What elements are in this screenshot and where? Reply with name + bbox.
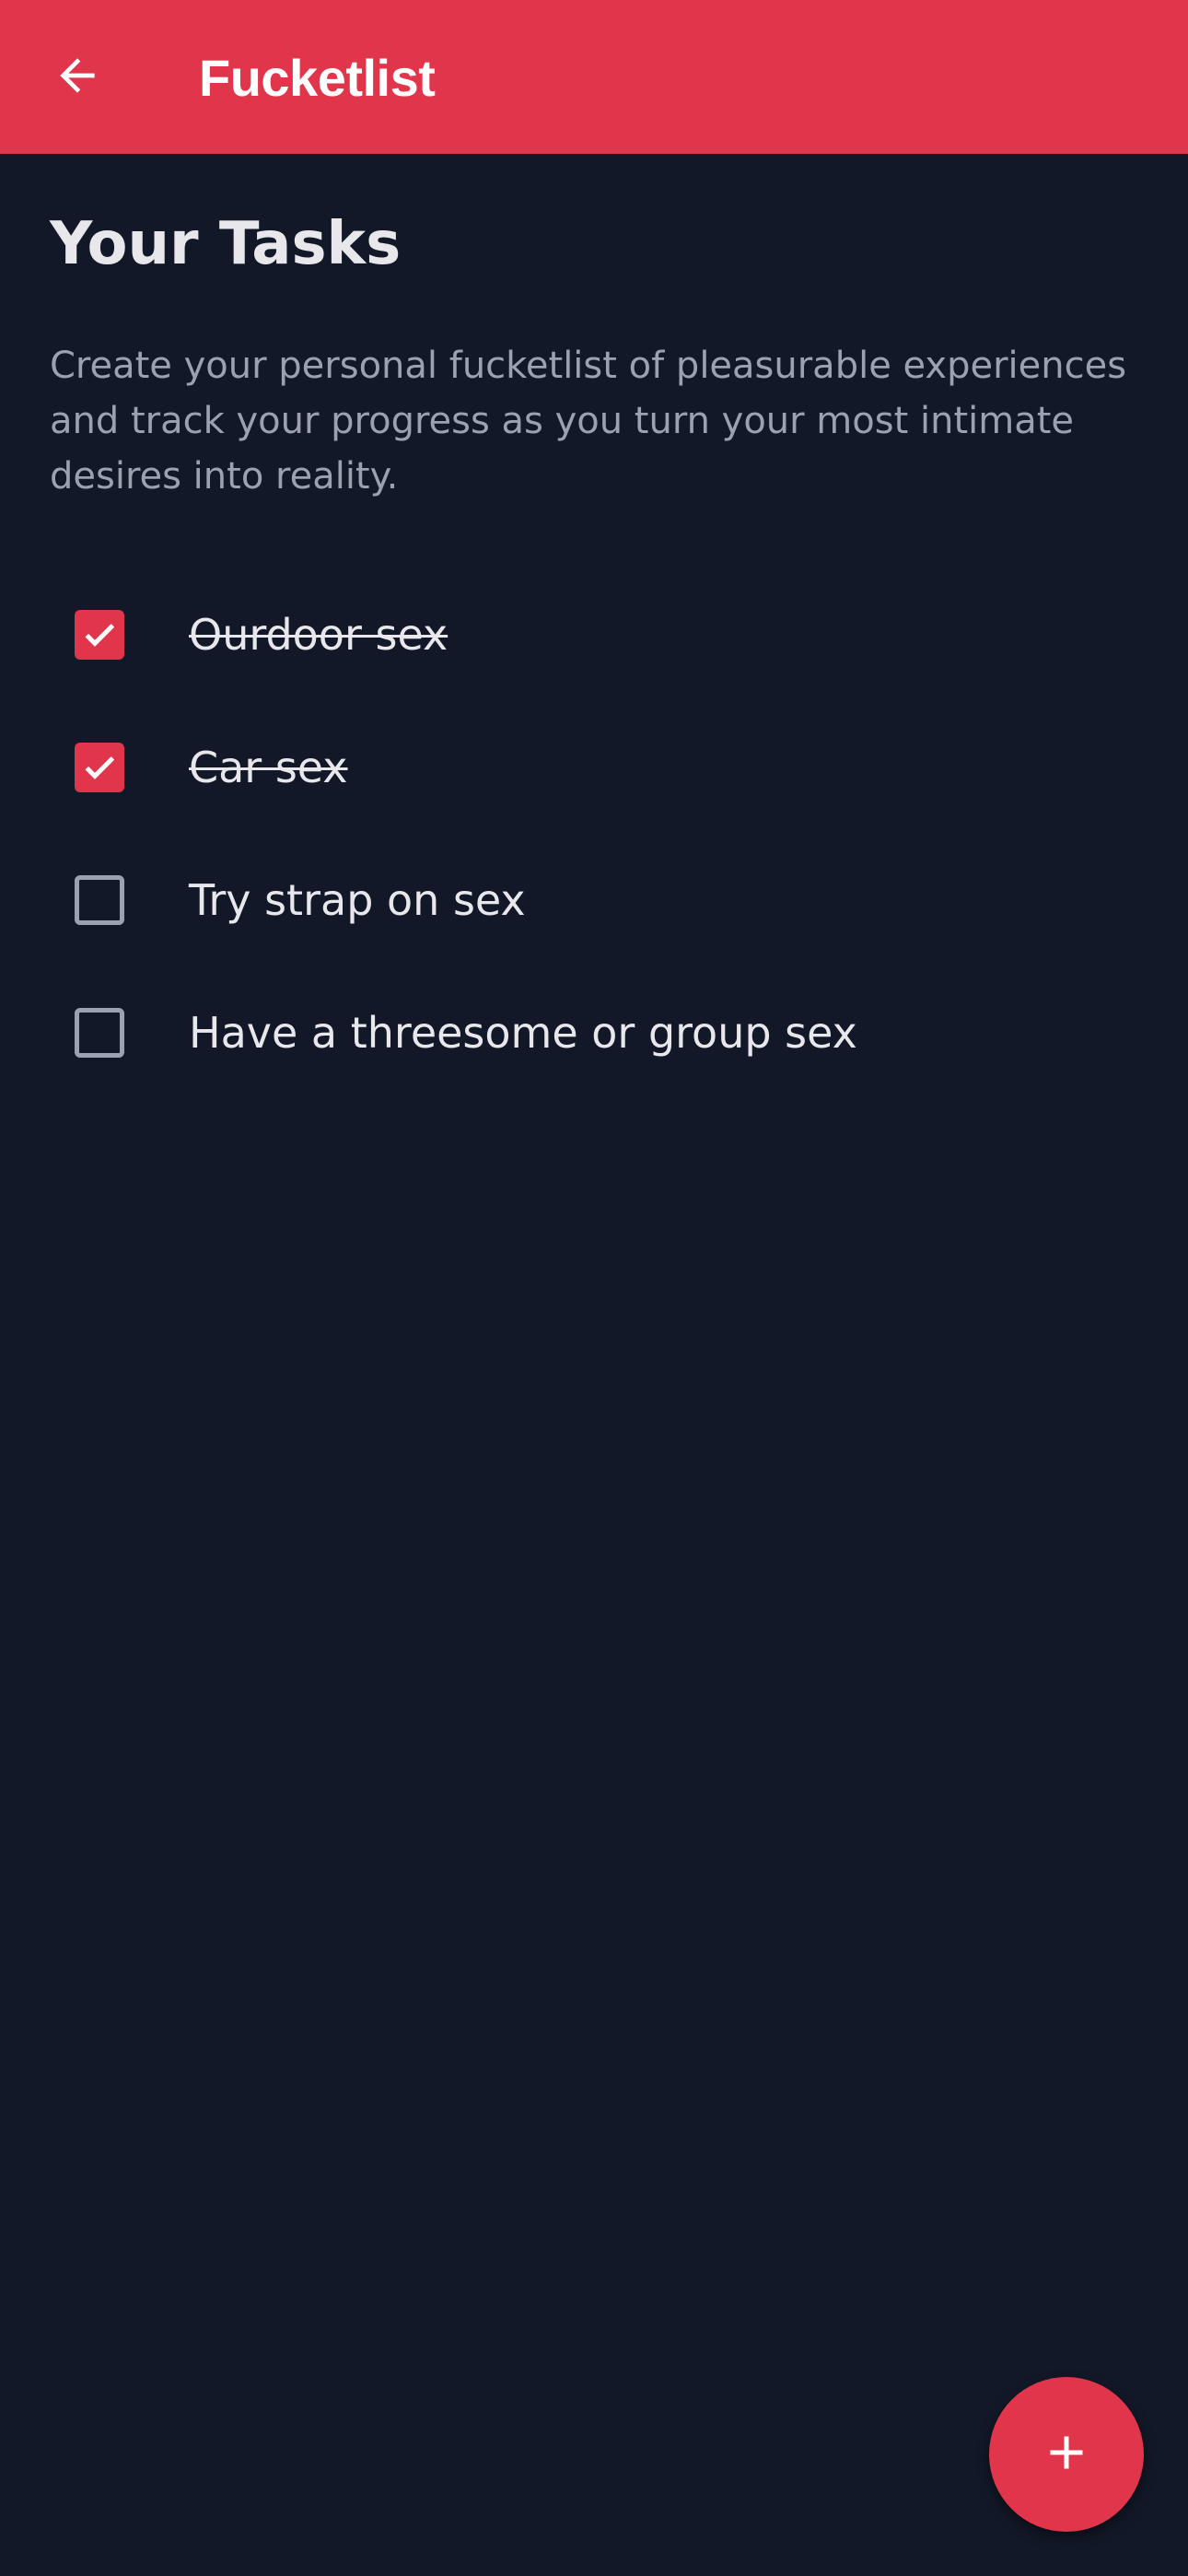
task-item[interactable]: Ourdoor sex xyxy=(50,568,1146,701)
task-label: Car sex xyxy=(189,743,348,792)
task-checkbox[interactable] xyxy=(75,875,124,925)
arrow-left-icon xyxy=(52,50,103,105)
checkmark-icon xyxy=(85,756,115,779)
page-title: Your Tasks xyxy=(50,210,402,278)
app-bar: Fucketlist xyxy=(0,0,1188,154)
checkmark-icon xyxy=(85,624,115,647)
task-label: Have a threesome or group sex xyxy=(189,1008,857,1058)
task-item[interactable]: Try strap on sex xyxy=(50,834,1146,966)
plus-icon xyxy=(1039,2425,1094,2484)
task-label: Try strap on sex xyxy=(189,875,526,925)
task-item[interactable]: Have a threesome or group sex xyxy=(50,966,1146,1099)
task-label: Ourdoor sex xyxy=(189,610,448,660)
task-checkbox[interactable] xyxy=(75,1008,124,1058)
task-list: Ourdoor sex Car sex Try strap on sex Hav… xyxy=(50,568,1146,1099)
add-task-button[interactable] xyxy=(989,2377,1144,2532)
app-title: Fucketlist xyxy=(199,49,436,107)
task-checkbox[interactable] xyxy=(75,610,124,660)
back-button[interactable] xyxy=(46,46,109,109)
task-checkbox[interactable] xyxy=(75,743,124,792)
page-description: Create your personal fucketlist of pleas… xyxy=(50,345,1127,498)
task-item[interactable]: Car sex xyxy=(50,701,1146,834)
